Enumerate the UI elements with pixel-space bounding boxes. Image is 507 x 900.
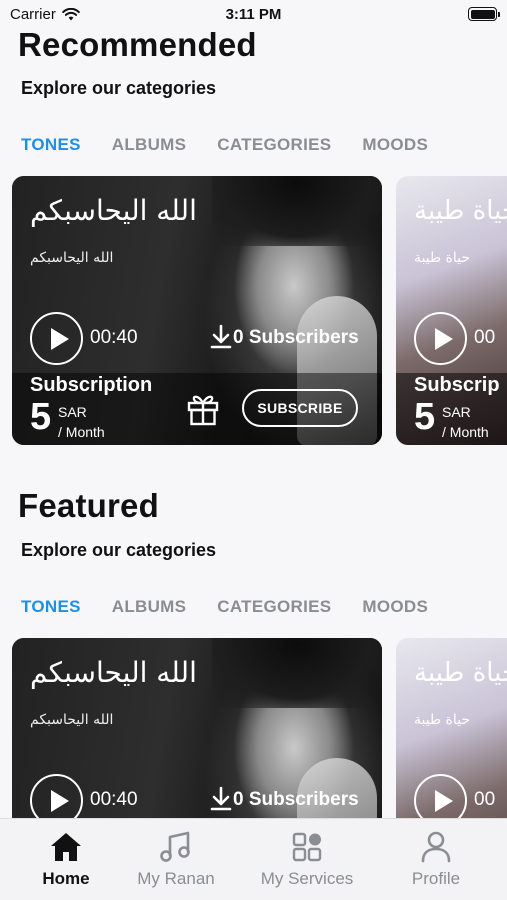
tone-duration: 00 <box>474 789 496 810</box>
price-currency: SAR <box>442 404 471 420</box>
price-currency: SAR <box>58 404 87 420</box>
category-tabs-recommended: TONES ALBUMS CATEGORIES MOODS <box>21 135 459 155</box>
section-subtitle-featured: Explore our categories <box>21 540 217 560</box>
download-icon <box>210 324 232 349</box>
tab-bar-label: My Ranan <box>137 869 215 888</box>
section-title-featured: Featured <box>18 487 159 524</box>
tab-bar-label: Home <box>42 869 90 888</box>
price-period: / Month <box>442 424 489 440</box>
subscription-label: Subscription <box>30 374 153 396</box>
tone-artist: حياة طيبة <box>414 250 471 266</box>
section-title-recommended: Recommended <box>18 26 257 63</box>
subscription-label: Subscrip <box>414 374 500 396</box>
tone-artist: الله اليحاسبكم <box>30 712 114 728</box>
battery-icon <box>468 7 500 21</box>
tab-categories[interactable]: CATEGORIES <box>217 135 331 155</box>
music-note-icon <box>160 831 190 862</box>
subscribe-button[interactable]: SUBSCRIBE <box>242 389 358 427</box>
tab-categories[interactable]: CATEGORIES <box>217 597 331 617</box>
tone-duration: 00 <box>474 327 496 348</box>
tone-title: حياة طيبة <box>414 196 507 226</box>
tab-albums[interactable]: ALBUMS <box>112 135 187 155</box>
status-time: 3:11 PM <box>225 6 282 23</box>
subscriber-count: 0 Subscribers <box>233 327 359 348</box>
tab-bar-profile[interactable]: Profile <box>400 819 472 900</box>
tab-moods[interactable]: MOODS <box>362 135 428 155</box>
download-icon <box>210 786 232 811</box>
price-period: / Month <box>58 424 105 440</box>
tab-tones[interactable]: TONES <box>21 597 81 617</box>
tone-card-next[interactable]: حياة طيبة حياة طيبة 00 Subscrip 5 SAR / … <box>396 176 507 445</box>
price-amount: 5 <box>414 396 436 438</box>
subscriber-count: 0 Subscribers <box>233 789 359 810</box>
tone-duration: 00:40 <box>90 327 138 348</box>
gift-icon[interactable] <box>186 390 220 426</box>
grid-icon <box>292 832 322 862</box>
tone-artist: الله اليحاسبكم <box>30 250 114 266</box>
tone-title: الله اليحاسبكم <box>30 194 197 227</box>
section-subtitle-recommended: Explore our categories <box>21 78 217 98</box>
tone-artist: حياة طيبة <box>414 712 471 728</box>
tab-bar-my-services[interactable]: My Services <box>254 819 360 900</box>
bottom-tab-bar: Home My Ranan My Services Profile <box>0 818 507 900</box>
tab-moods[interactable]: MOODS <box>362 597 428 617</box>
price-amount: 5 <box>30 396 52 438</box>
tab-albums[interactable]: ALBUMS <box>112 597 187 617</box>
tab-bar-home[interactable]: Home <box>30 819 102 900</box>
tab-tones[interactable]: TONES <box>21 135 81 155</box>
tone-title: الله اليحاسبكم <box>30 656 197 689</box>
category-tabs-featured: TONES ALBUMS CATEGORIES MOODS <box>21 597 459 617</box>
tab-bar-my-ranan[interactable]: My Ranan <box>132 819 220 900</box>
tab-bar-label: Profile <box>411 869 461 888</box>
tone-title: حياة طيبة <box>414 658 507 688</box>
tab-bar-label: My Services <box>260 869 354 888</box>
tone-duration: 00:40 <box>90 789 138 810</box>
home-icon <box>51 833 81 861</box>
person-icon <box>421 831 451 863</box>
tone-card[interactable]: الله اليحاسبكم الله اليحاسبكم 00:40 0 Su… <box>12 176 382 445</box>
play-button[interactable] <box>414 312 467 365</box>
play-button[interactable] <box>30 312 83 365</box>
